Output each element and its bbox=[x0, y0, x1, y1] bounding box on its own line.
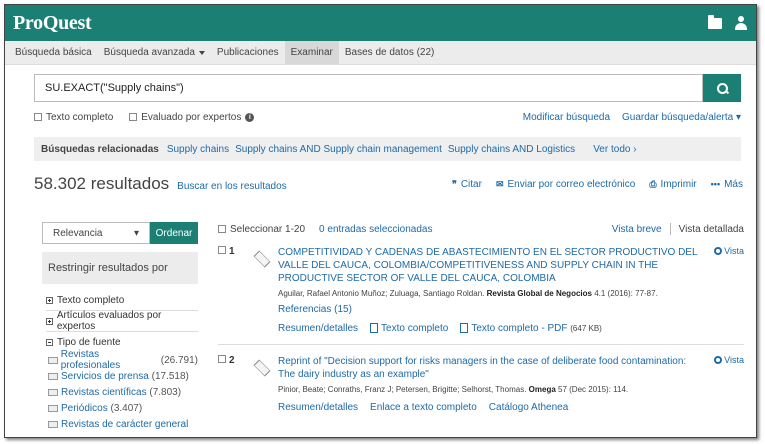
result-checkbox[interactable] bbox=[218, 355, 226, 363]
results-list: Seleccionar 1-20 0 entradas seleccionada… bbox=[218, 222, 744, 413]
brand-logo[interactable]: ProQuest bbox=[13, 12, 92, 35]
nav-databases[interactable]: Bases de datos (22) bbox=[339, 41, 441, 64]
source-trade-journals[interactable]: Revistas profesionales (26.791) bbox=[42, 349, 198, 371]
select-page-checkbox[interactable] bbox=[218, 225, 226, 233]
expand-icon bbox=[46, 317, 53, 325]
journal-icon bbox=[48, 356, 58, 364]
sidebar: Relevancia ▾ Ordenar Restringir resultado… bbox=[42, 222, 198, 432]
result-citation: Pinior, Beate; Conraths, Franz J; Peters… bbox=[278, 385, 629, 394]
dropdown-arrow-icon: ▾ bbox=[133, 227, 139, 239]
cite-button[interactable]: ❞ Citar bbox=[452, 179, 482, 190]
facet-peer-reviewed[interactable]: Artículos evaluados por expertos bbox=[42, 310, 198, 332]
email-button[interactable]: ✉ Enviar por correo electrónico bbox=[496, 179, 635, 190]
result-citation: Aguilar, Rafael Antonio Muñoz; Zuluaga, … bbox=[278, 289, 658, 298]
preview-link[interactable]: Vista bbox=[714, 355, 744, 365]
modify-search-link[interactable]: Modificar búsqueda bbox=[523, 112, 610, 123]
top-bar: ProQuest bbox=[5, 5, 756, 41]
references-link[interactable]: Referencias (15) bbox=[278, 304, 744, 315]
printer-icon: ⎙ bbox=[649, 178, 657, 189]
facet-full-text[interactable]: Texto completo bbox=[42, 290, 198, 310]
source-magazines[interactable]: Revistas de carácter general bbox=[42, 416, 198, 432]
scholarly-icon bbox=[48, 388, 58, 396]
info-icon[interactable]: i bbox=[245, 112, 255, 122]
result-title-link[interactable]: COMPETITIVIDAD Y CADENAS DE ABASTECIMIEN… bbox=[278, 246, 706, 285]
source-newspapers[interactable]: Periódicos (3.407) bbox=[42, 400, 198, 416]
full-text-checkbox[interactable] bbox=[34, 113, 42, 121]
magnifier-icon bbox=[714, 356, 723, 364]
document-icon bbox=[370, 323, 379, 334]
search-options: Texto completo Evaluado por expertos i Mo… bbox=[34, 110, 741, 124]
user-icon[interactable] bbox=[734, 16, 748, 30]
selection-row: Seleccionar 1-20 0 entradas seleccionada… bbox=[218, 222, 744, 236]
search-icon bbox=[716, 82, 728, 94]
result-item: 2 Reprint of "Decision support for risks… bbox=[218, 355, 744, 413]
sort-select[interactable]: Relevancia ▾ bbox=[42, 222, 150, 244]
pdf-icon bbox=[460, 323, 469, 334]
select-range-label[interactable]: Seleccionar 1-20 bbox=[230, 224, 305, 235]
preview-link[interactable]: Vista bbox=[714, 246, 744, 256]
envelope-icon: ✉ bbox=[495, 178, 504, 189]
magazine-icon bbox=[48, 420, 58, 428]
save-search-link[interactable]: Guardar búsqueda/alerta ▾ bbox=[622, 112, 741, 123]
abstract-details-link[interactable]: Resumen/detalles bbox=[278, 402, 358, 413]
folder-icon[interactable] bbox=[708, 14, 722, 29]
results-header: 58.302 resultados Buscar en los resultad… bbox=[34, 172, 743, 196]
sort-controls: Relevancia ▾ Ordenar bbox=[42, 222, 198, 244]
main-nav: Búsqueda básica Búsqueda avanzada Public… bbox=[5, 41, 756, 65]
result-checkbox[interactable] bbox=[218, 246, 226, 254]
full-text-link[interactable]: Texto completo bbox=[370, 323, 448, 334]
peer-reviewed-checkbox[interactable] bbox=[129, 113, 138, 121]
nav-advanced-search[interactable]: Búsqueda avanzada bbox=[98, 41, 211, 64]
selected-items-link[interactable]: 0 entradas seleccionadas bbox=[319, 224, 432, 235]
scholarly-journal-icon bbox=[252, 357, 278, 375]
search-input[interactable]: SU.EXACT("Supply chains") bbox=[34, 74, 703, 102]
brief-view-link[interactable]: Vista breve bbox=[612, 224, 662, 235]
related-link[interactable]: Supply chains AND Supply chain managemen… bbox=[235, 144, 442, 155]
full-text-pdf-link[interactable]: Texto completo - PDF (647 KB) bbox=[460, 323, 602, 334]
result-item: 1 COMPETITIVIDAD Y CADENAS DE ABASTECIMI… bbox=[218, 246, 744, 334]
chevron-down-icon bbox=[198, 50, 205, 55]
related-link[interactable]: Supply chains AND Logistics bbox=[448, 144, 575, 155]
restrict-heading: Restringir resultados por bbox=[42, 252, 198, 284]
wire-icon bbox=[48, 372, 58, 380]
scholarly-journal-icon bbox=[252, 248, 278, 266]
search-within-link[interactable]: Buscar en los resultados bbox=[177, 181, 287, 192]
peer-reviewed-option[interactable]: Evaluado por expertos i bbox=[129, 112, 255, 123]
source-scholarly-journals[interactable]: Revistas científicas (7.803) bbox=[42, 384, 198, 400]
source-wire-feeds[interactable]: Servicios de prensa (17.518) bbox=[42, 368, 198, 384]
full-text-link[interactable]: Enlace a texto completo bbox=[370, 402, 477, 413]
detailed-view-label[interactable]: Vista detallada bbox=[679, 224, 744, 235]
abstract-details-link[interactable]: Resumen/detalles bbox=[278, 323, 358, 334]
result-links: Resumen/detalles Enlace a texto completo… bbox=[278, 402, 744, 413]
full-text-option[interactable]: Texto completo bbox=[34, 112, 113, 123]
more-icon: ••• bbox=[710, 179, 721, 189]
newspaper-icon bbox=[48, 404, 58, 412]
related-searches: Búsquedas relacionadas Supply chains Sup… bbox=[34, 137, 741, 161]
collapse-icon bbox=[46, 338, 53, 346]
see-all-link[interactable]: Ver todo › bbox=[593, 144, 636, 155]
divider bbox=[669, 223, 671, 235]
related-searches-label: Búsquedas relacionadas bbox=[41, 143, 159, 155]
search-bar: SU.EXACT("Supply chains") bbox=[34, 74, 741, 102]
quote-icon: ❞ bbox=[451, 178, 457, 189]
related-link[interactable]: Supply chains bbox=[167, 144, 229, 155]
results-count: 58.302 resultados bbox=[34, 174, 170, 193]
print-button[interactable]: ⎙ Imprimir bbox=[649, 179, 696, 190]
search-button[interactable] bbox=[703, 74, 741, 102]
result-title-link[interactable]: Reprint of "Decision support for risks m… bbox=[278, 355, 706, 381]
result-links: Resumen/detalles Texto completo Texto co… bbox=[278, 323, 744, 334]
catalog-link[interactable]: Catálogo Athenea bbox=[489, 402, 569, 413]
divider bbox=[218, 344, 744, 345]
nav-basic-search[interactable]: Búsqueda básica bbox=[9, 41, 98, 64]
more-button[interactable]: ••• Más bbox=[711, 179, 743, 190]
magnifier-icon bbox=[714, 247, 723, 255]
nav-browse[interactable]: Examinar bbox=[284, 41, 339, 64]
nav-publications[interactable]: Publicaciones bbox=[211, 41, 285, 64]
expand-icon bbox=[46, 296, 53, 304]
sort-button[interactable]: Ordenar bbox=[150, 222, 198, 244]
